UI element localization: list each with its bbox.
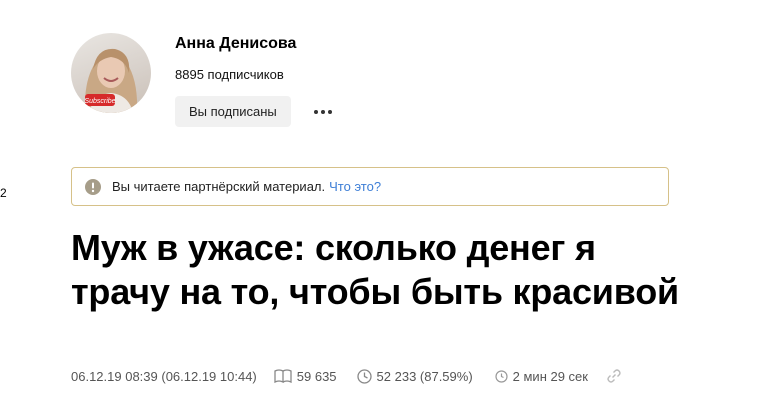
views-stat: 59 635 (274, 369, 337, 384)
link-icon[interactable] (606, 368, 622, 384)
read-time-stat: 2 мин 29 сек (495, 369, 588, 384)
views-count: 59 635 (296, 368, 337, 384)
notice-text: Вы читаете партнёрский материал. (112, 179, 326, 194)
book-icon (274, 369, 292, 383)
reads-count: 52 233 (87.59%) (376, 368, 473, 384)
partner-notice: Вы читаете партнёрский материал. Что это… (71, 167, 669, 206)
avatar-portrait: Subscribe (84, 48, 138, 113)
publish-date: 06.12.19 08:39 (06.12.19 10:44) (71, 368, 257, 384)
author-block: Subscribe Анна Денисова 8895 подписчиков… (71, 33, 335, 127)
clock-icon (356, 368, 372, 384)
svg-text:Subscribe: Subscribe (84, 98, 115, 105)
read-time: 2 мин 29 сек (512, 368, 588, 384)
avatar[interactable]: Subscribe (71, 33, 151, 113)
info-icon (85, 178, 101, 195)
side-number: 2 (0, 186, 7, 200)
timer-icon (495, 369, 508, 383)
what-is-this-link[interactable]: Что это? (329, 179, 381, 194)
article-meta: 06.12.19 08:39 (06.12.19 10:44) 59 635 5… (71, 368, 622, 384)
more-icon[interactable] (311, 100, 335, 124)
article-title: Муж в ужасе: сколько денег я трачу на то… (71, 227, 679, 312)
reads-stat: 52 233 (87.59%) (356, 368, 473, 384)
subscriber-count: 8895 подписчиков (175, 67, 284, 82)
subscribed-button[interactable]: Вы подписаны (175, 96, 291, 127)
author-name[interactable]: Анна Денисова (175, 34, 335, 54)
